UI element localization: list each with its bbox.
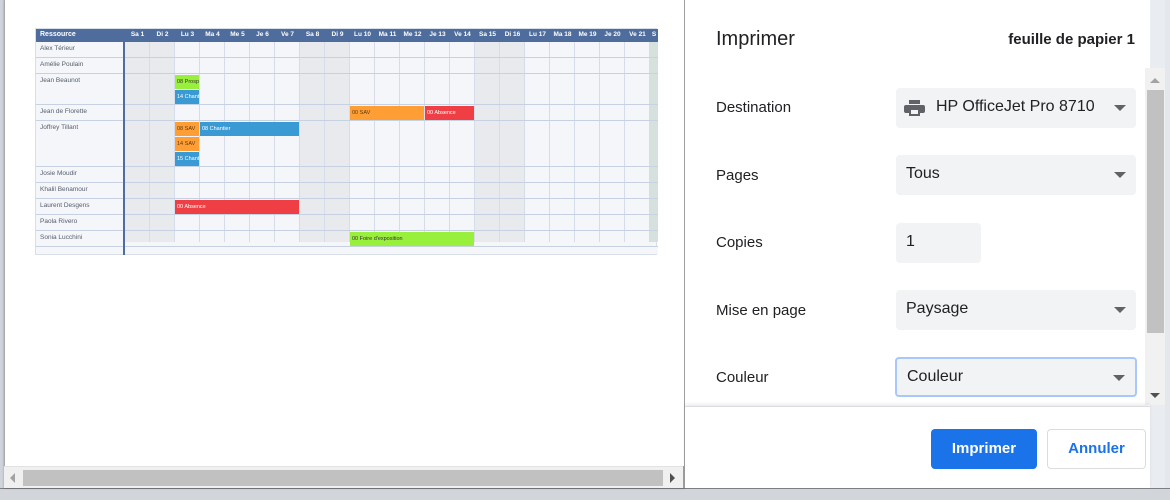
scroll-right-arrow-icon[interactable]: [670, 473, 675, 483]
resource-name: Khalil Benamour: [40, 186, 88, 193]
preview-page: Ressource Sa 1 Di 2 Lu 3 Ma 4 Me 5 Je 6 Ve 7 Sa…: [5, 0, 684, 466]
event-bar: 00 SAV: [350, 106, 424, 120]
settings-vertical-scrollbar[interactable]: [1145, 68, 1165, 405]
dialog-title: Imprimer: [716, 28, 795, 50]
resource-row: Jean Beaunot: [36, 74, 658, 105]
destination-label: Destination: [716, 99, 792, 116]
print-preview[interactable]: Ressource Sa 1 Di 2 Lu 3 Ma 4 Me 5 Je 6 Ve 7 Sa…: [4, 0, 685, 488]
resource-name: Sonia Lucchini: [40, 234, 83, 241]
scrollbar-thumb[interactable]: [23, 470, 663, 486]
header-day: Sa 8: [305, 31, 320, 38]
dialog-footer: Imprimer Annuler: [685, 406, 1150, 488]
resource-name: Alex Térieur: [40, 45, 75, 52]
preview-horizontal-scrollbar[interactable]: [4, 466, 683, 488]
resource-row: Khalil Benamour: [36, 183, 658, 199]
resource-name: Josie Moudir: [40, 170, 77, 177]
event-bar: 00 Absence: [425, 106, 474, 120]
background-page-bottom: [0, 488, 1170, 500]
header-day: Me 5: [230, 31, 245, 38]
resource-name: Amélie Poulain: [40, 61, 84, 68]
scrollbar-thumb[interactable]: [1147, 90, 1164, 333]
pages-label: Pages: [716, 167, 759, 184]
resource-row: Paola Rivero: [36, 215, 658, 231]
header-day: Ve 7: [280, 31, 294, 38]
header-day: Je 13: [429, 31, 446, 38]
empty-row: [36, 247, 658, 254]
color-label: Couleur: [716, 369, 769, 386]
background-page-edge-right: [1165, 0, 1170, 488]
header-day: S: [651, 31, 657, 38]
resource-name: Laurent Desgens: [40, 202, 90, 209]
printer-icon: [904, 100, 925, 117]
layout-label: Mise en page: [716, 302, 807, 319]
resource-row: Josie Moudir: [36, 167, 658, 183]
chevron-down-icon: [1114, 172, 1126, 178]
resource-name: Jean de Florette: [40, 108, 87, 115]
header-day: Ma 4: [205, 31, 220, 38]
layout-select[interactable]: Paysage: [896, 290, 1136, 330]
event-bar: 00 Absence: [175, 200, 299, 214]
chevron-down-icon: [1114, 307, 1126, 313]
header-day: Sa 15: [479, 31, 496, 38]
header-day: Lu 17: [529, 31, 546, 38]
header-day: Di 9: [331, 31, 344, 38]
resource-row: Amélie Poulain: [36, 58, 658, 74]
schedule-header-row: Ressource Sa 1 Di 2 Lu 3 Ma 4 Me 5 Je 6 Ve 7 Sa…: [36, 29, 658, 42]
header-day: Ma 11: [378, 31, 397, 38]
scroll-down-arrow-icon[interactable]: [1150, 393, 1160, 398]
header-day: Me 12: [403, 31, 422, 38]
header-resource: Ressource: [40, 31, 76, 38]
sheet-count: feuille de papier 1: [1008, 31, 1135, 48]
pages-value: Tous: [906, 165, 940, 182]
event-bar: 08 SAV: [175, 122, 199, 136]
resource-column-divider: [123, 42, 125, 255]
chevron-down-icon: [1114, 105, 1126, 111]
header-day: Ma 18: [553, 31, 572, 38]
event-bar: 14 Chantier: [175, 90, 199, 104]
destination-select[interactable]: HP OfficeJet Pro 8710: [896, 88, 1136, 128]
destination-value: HP OfficeJet Pro 8710: [936, 98, 1095, 115]
header-day: Di 16: [504, 31, 521, 38]
schedule-table: Ressource Sa 1 Di 2 Lu 3 Ma 4 Me 5 Je 6 Ve 7 Sa…: [35, 28, 658, 255]
header-day: Me 19: [578, 31, 597, 38]
resource-name: Joffrey Tillant: [40, 124, 79, 131]
resource-row: Alex Térieur: [36, 42, 658, 58]
header-day: Je 20: [604, 31, 621, 38]
header-day: Lu 10: [354, 31, 371, 38]
header-day: Lu 3: [180, 31, 195, 38]
resource-row: Jean de Florette: [36, 105, 658, 121]
print-button[interactable]: Imprimer: [931, 429, 1037, 469]
header-day: Ve 14: [454, 31, 471, 38]
cancel-button[interactable]: Annuler: [1047, 429, 1146, 469]
pages-select[interactable]: Tous: [896, 155, 1136, 195]
header-day: Sa 1: [130, 31, 145, 38]
event-bar: 14 SAV: [175, 137, 199, 151]
layout-value: Paysage: [906, 300, 969, 317]
header-day: Di 2: [156, 31, 169, 38]
print-dialog-screen: Ressource Sa 1 Di 2 Lu 3 Ma 4 Me 5 Je 6 Ve 7 Sa…: [0, 0, 1170, 500]
resource-row: Laurent Desgens: [36, 199, 658, 215]
scroll-left-arrow-icon[interactable]: [10, 473, 15, 483]
event-bar: 15 Chantier: [175, 152, 199, 166]
color-value: Couleur: [907, 368, 964, 385]
header-day: Je 6: [256, 31, 269, 38]
copies-label: Copies: [716, 234, 763, 251]
event-bar: 00 Foire d'exposition: [350, 232, 474, 246]
resource-name: Paola Rivero: [40, 218, 78, 225]
scroll-up-arrow-icon[interactable]: [1150, 78, 1160, 83]
resource-row: Joffrey Tillant: [36, 121, 658, 167]
copies-input[interactable]: 1: [896, 223, 981, 263]
chevron-down-icon: [1113, 375, 1125, 381]
resource-name: Jean Beaunot: [40, 77, 81, 84]
event-bar: 08 Chantier: [200, 122, 299, 136]
event-bar: 08 Prospection: [175, 75, 199, 89]
resource-row: Sonia Lucchini: [36, 231, 658, 247]
color-select[interactable]: Couleur: [895, 357, 1137, 397]
header-day: Ve 21: [629, 31, 646, 38]
